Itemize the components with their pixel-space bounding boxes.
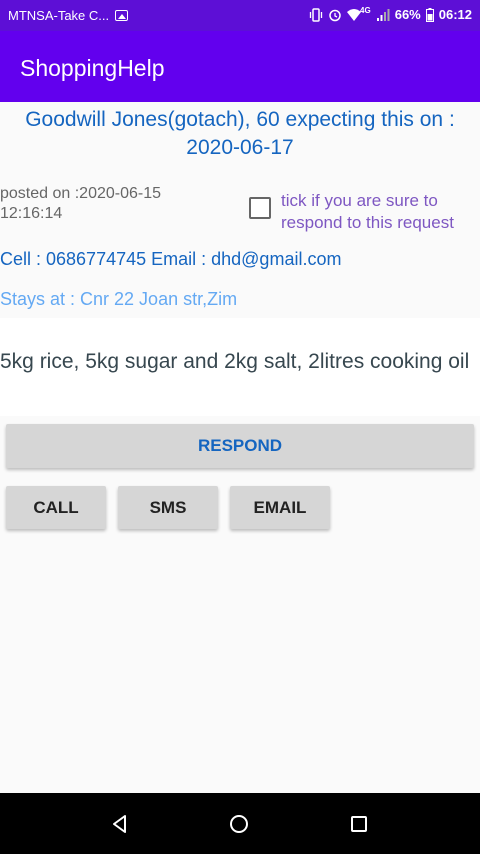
vibrate-icon (309, 7, 323, 22)
sms-button[interactable]: SMS (118, 486, 218, 529)
status-right: 4G 66% 06:12 (309, 6, 472, 22)
app-title: ShoppingHelp (20, 55, 165, 81)
clock: 06:12 (438, 7, 472, 22)
request-header: Goodwill Jones(gotach), 60 expecting thi… (25, 108, 455, 159)
image-icon (115, 10, 129, 21)
home-icon[interactable] (228, 813, 250, 835)
carrier-text: MTNSA-Take C... (8, 8, 110, 23)
contact-info: Cell : 0686774745 Email : dhd@gmail.com (0, 249, 342, 269)
navigation-bar (0, 793, 480, 854)
respond-checkbox[interactable] (249, 197, 271, 219)
respond-button[interactable]: RESPOND (6, 424, 474, 468)
wifi-icon (347, 8, 362, 21)
call-button[interactable]: CALL (6, 486, 106, 529)
address: Stays at : Cnr 22 Joan str,Zim (0, 289, 238, 309)
recents-icon[interactable] (348, 813, 370, 835)
battery-icon (425, 7, 434, 22)
network-type: 4G (360, 6, 371, 15)
battery-percent: 66% (394, 7, 421, 22)
back-icon[interactable] (109, 813, 131, 835)
status-bar: MTNSA-Take C... 4G 66% 06:12 (0, 0, 480, 31)
status-left: MTNSA-Take C... (8, 8, 129, 23)
email-button[interactable]: EMAIL (230, 486, 330, 529)
app-bar: ShoppingHelp (0, 31, 480, 102)
requested-items: 5kg rice, 5kg sugar and 2kg salt, 2litre… (0, 350, 470, 373)
checkbox-label[interactable]: tick if you are sure to respond to this … (281, 190, 480, 234)
alarm-icon (329, 9, 341, 21)
signal-icon (376, 8, 390, 21)
posted-date: posted on :2020-06-15 12:16:14 (0, 185, 162, 222)
